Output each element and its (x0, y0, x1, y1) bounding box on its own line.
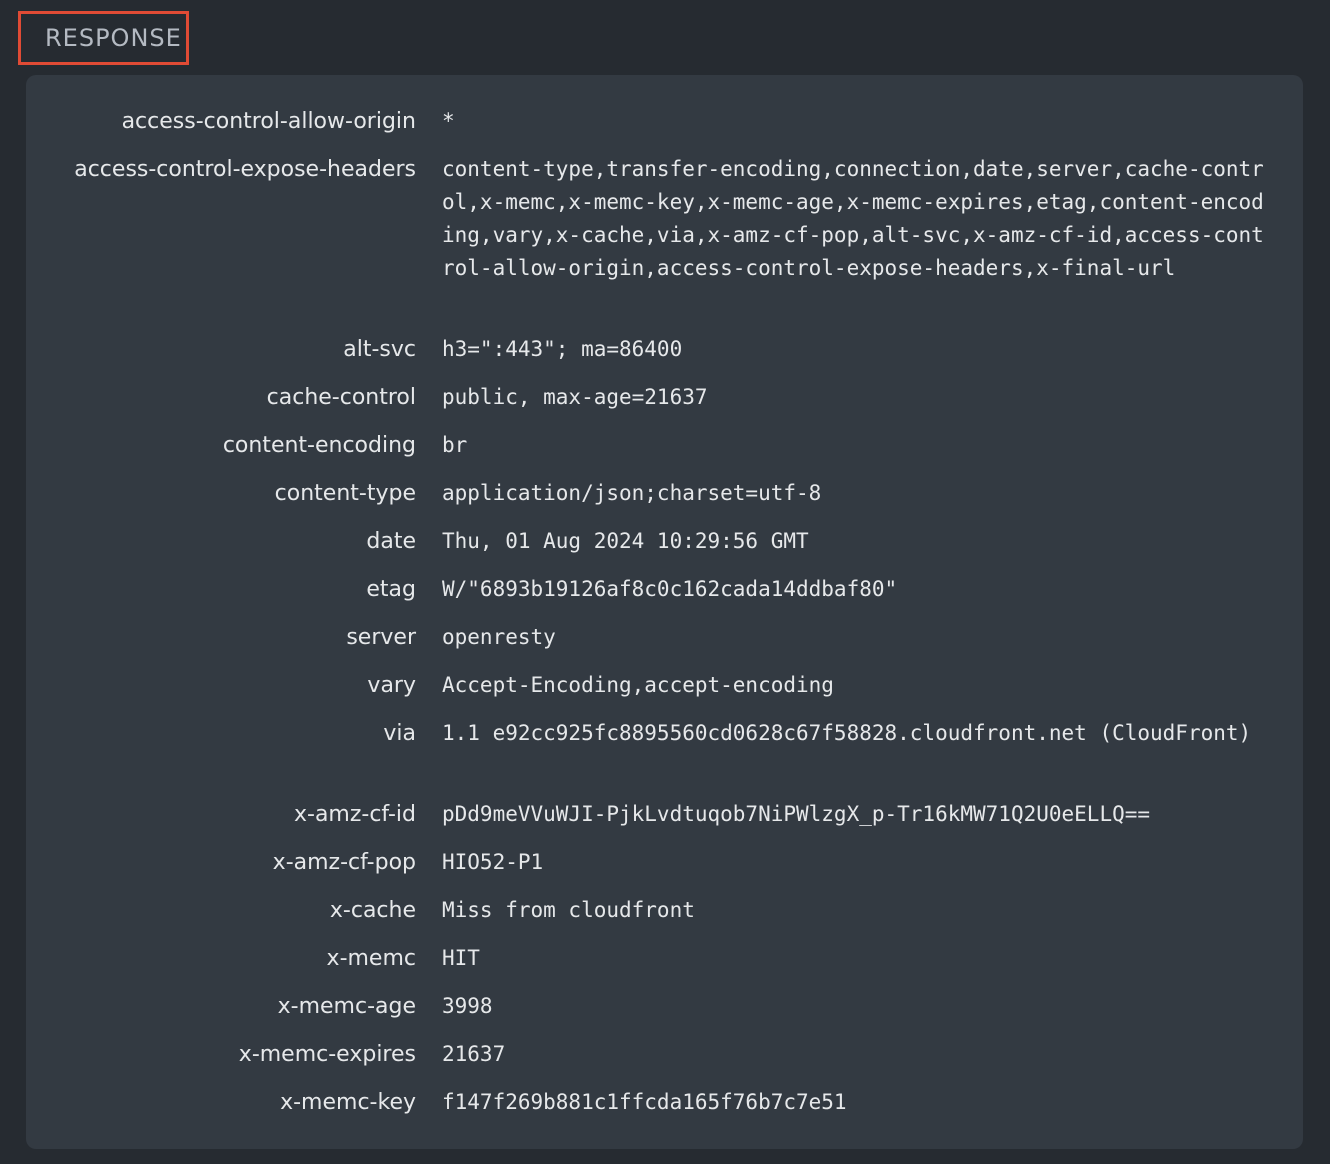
header-key: access-control-expose-headers (74, 157, 416, 182)
header-key: x-memc-key (280, 1090, 416, 1115)
response-section-header[interactable]: RESPONSE (18, 11, 189, 65)
header-value: h3=":443"; ma=86400 (442, 337, 683, 361)
header-key: x-amz-cf-pop (272, 850, 416, 875)
header-value: application/json;charset=utf-8 (442, 481, 822, 505)
header-key: content-type (274, 481, 416, 506)
header-row: server openresty (26, 621, 1264, 654)
header-value: * (442, 109, 455, 133)
header-value: HIT (442, 946, 480, 970)
header-key: etag (366, 577, 416, 602)
header-value: public, max-age=21637 (442, 385, 708, 409)
header-key: x-amz-cf-id (293, 802, 416, 827)
header-key: x-memc-expires (238, 1042, 416, 1067)
header-row: content-encoding br (26, 429, 1264, 462)
header-value: HIO52-P1 (442, 850, 544, 874)
header-key: alt-svc (343, 337, 416, 362)
header-row: x-memc HIT (26, 942, 1264, 975)
header-value: content-type,transfer-encoding,connectio… (442, 157, 1264, 280)
header-row: etag W/"6893b19126af8c0c162cada14ddbaf80… (26, 573, 1264, 606)
header-row: x-memc-expires 21637 (26, 1038, 1264, 1071)
response-headers-panel: access-control-allow-origin * access-con… (26, 75, 1303, 1149)
header-value: Thu, 01 Aug 2024 10:29:56 GMT (442, 529, 809, 553)
header-value: W/"6893b19126af8c0c162cada14ddbaf80" (442, 577, 898, 601)
header-value: br (442, 433, 468, 457)
header-key: vary (367, 673, 416, 698)
header-key: date (366, 529, 416, 554)
header-row: x-amz-cf-id pDd9meVVuWJI-PjkLvdtuqob7NiP… (26, 798, 1264, 831)
header-row: cache-control public, max-age=21637 (26, 381, 1264, 414)
header-value: Accept-Encoding,accept-encoding (442, 673, 834, 697)
header-value: 3998 (442, 994, 493, 1018)
header-key: x-memc-age (277, 994, 416, 1019)
header-row: x-memc-age 3998 (26, 990, 1264, 1023)
header-key: cache-control (266, 385, 416, 410)
header-row: alt-svc h3=":443"; ma=86400 (26, 333, 1264, 366)
header-value: Miss from cloudfront (442, 898, 695, 922)
header-key: via (383, 721, 416, 746)
header-row: access-control-expose-headers content-ty… (26, 153, 1264, 285)
header-row: x-cache Miss from cloudfront (26, 894, 1264, 927)
header-key: server (346, 625, 416, 650)
header-key: x-memc (326, 946, 416, 971)
header-row: access-control-allow-origin * (26, 105, 1264, 138)
response-section-title: RESPONSE (45, 24, 182, 52)
header-row: x-amz-cf-pop HIO52-P1 (26, 846, 1264, 879)
header-row: x-memc-key f147f269b881c1ffcda165f76b7c7… (26, 1086, 1264, 1119)
header-value: pDd9meVVuWJI-PjkLvdtuqob7NiPWlzgX_p-Tr16… (442, 802, 1151, 826)
header-row: via 1.1 e92cc925fc8895560cd0628c67f58828… (26, 717, 1264, 750)
header-key: content-encoding (222, 433, 416, 458)
header-key: access-control-allow-origin (121, 109, 416, 134)
header-value: openresty (442, 625, 556, 649)
header-value: 21637 (442, 1042, 506, 1066)
header-value: 1.1 e92cc925fc8895560cd0628c67f58828.clo… (442, 721, 1252, 745)
header-row: vary Accept-Encoding,accept-encoding (26, 669, 1264, 702)
header-key: x-cache (329, 898, 416, 923)
header-row: content-type application/json;charset=ut… (26, 477, 1264, 510)
header-row: date Thu, 01 Aug 2024 10:29:56 GMT (26, 525, 1264, 558)
header-value: f147f269b881c1ffcda165f76b7c7e51 (442, 1090, 847, 1114)
